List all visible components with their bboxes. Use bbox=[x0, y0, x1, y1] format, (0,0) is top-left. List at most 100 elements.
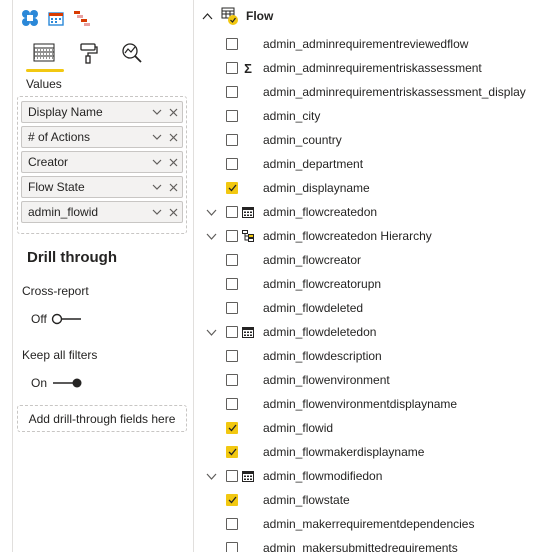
value-field-pill[interactable]: Creator bbox=[21, 151, 183, 173]
value-field-pill[interactable]: Display Name bbox=[21, 101, 183, 123]
field-checkbox[interactable] bbox=[226, 230, 238, 242]
field-row[interactable]: admin_flowcreatedon bbox=[194, 200, 545, 224]
field-checkbox[interactable] bbox=[226, 254, 238, 266]
field-row[interactable]: admin_flowstate bbox=[194, 488, 545, 512]
keep-filters-label: Keep all filters bbox=[22, 348, 98, 362]
field-checkbox[interactable] bbox=[226, 446, 238, 458]
chevron-down-icon[interactable] bbox=[204, 229, 218, 243]
active-tab-indicator bbox=[26, 69, 64, 72]
field-checkbox[interactable] bbox=[226, 62, 238, 74]
field-checkbox[interactable] bbox=[226, 206, 238, 218]
analytics-magnifier-icon bbox=[122, 43, 142, 63]
field-row[interactable]: admin_adminrequirementriskassessment_dis… bbox=[194, 80, 545, 104]
puzzle-visual-icon[interactable] bbox=[20, 8, 40, 28]
field-row[interactable]: admin_flowcreatedon Hierarchy bbox=[194, 224, 545, 248]
field-name: admin_flowcreatedon Hierarchy bbox=[263, 229, 432, 243]
field-row[interactable]: admin_flowcreator bbox=[194, 248, 545, 272]
field-row[interactable]: admin_flowmakerdisplayname bbox=[194, 440, 545, 464]
value-field-label: # of Actions bbox=[28, 130, 91, 144]
close-icon[interactable] bbox=[166, 155, 180, 169]
field-checkbox[interactable] bbox=[226, 374, 238, 386]
calendar-icon bbox=[241, 205, 255, 219]
field-checkbox[interactable] bbox=[226, 182, 238, 194]
field-row[interactable]: admin_makersubmittedrequirements bbox=[194, 536, 545, 552]
values-label: Values bbox=[26, 77, 62, 91]
field-checkbox[interactable] bbox=[226, 494, 238, 506]
field-row[interactable]: admin_city bbox=[194, 104, 545, 128]
field-checkbox[interactable] bbox=[226, 350, 238, 362]
field-row[interactable]: admin_makerrequirementdependencies bbox=[194, 512, 545, 536]
field-name: admin_flowdeletedon bbox=[263, 325, 377, 339]
chevron-up-icon[interactable] bbox=[200, 9, 214, 23]
table-header[interactable]: Flow bbox=[200, 6, 273, 26]
field-name: admin_makersubmittedrequirements bbox=[263, 541, 458, 552]
fields-grid-icon bbox=[33, 43, 55, 62]
field-checkbox[interactable] bbox=[226, 302, 238, 314]
chevron-down-icon[interactable] bbox=[204, 469, 218, 483]
field-row[interactable]: admin_flowdescription bbox=[194, 344, 545, 368]
field-row[interactable]: admin_flowenvironmentdisplayname bbox=[194, 392, 545, 416]
close-icon[interactable] bbox=[166, 180, 180, 194]
value-field-pill[interactable]: Flow State bbox=[21, 176, 183, 198]
field-checkbox[interactable] bbox=[226, 470, 238, 482]
field-row[interactable]: admin_displayname bbox=[194, 176, 545, 200]
close-icon[interactable] bbox=[166, 105, 180, 119]
chevron-down-icon[interactable] bbox=[150, 105, 164, 119]
field-checkbox[interactable] bbox=[226, 422, 238, 434]
tab-format[interactable] bbox=[66, 38, 110, 68]
keep-filters-toggle[interactable]: On bbox=[31, 376, 83, 390]
field-row[interactable]: Σadmin_adminrequirementriskassessment bbox=[194, 56, 545, 80]
chevron-down-icon[interactable] bbox=[150, 205, 164, 219]
chevron-down-icon[interactable] bbox=[150, 155, 164, 169]
tab-fields[interactable] bbox=[22, 38, 66, 68]
table-icon bbox=[220, 6, 240, 26]
field-row[interactable]: admin_flowdeletedon bbox=[194, 320, 545, 344]
field-name: admin_city bbox=[263, 109, 321, 123]
calendar-icon bbox=[241, 469, 255, 483]
cross-report-toggle[interactable]: Off bbox=[31, 312, 83, 326]
field-checkbox[interactable] bbox=[226, 326, 238, 338]
gantt-visual-icon[interactable] bbox=[72, 8, 92, 28]
toggle-state-label: Off bbox=[31, 312, 47, 326]
chevron-down-icon[interactable] bbox=[204, 325, 218, 339]
field-row[interactable]: admin_adminrequirementreviewedflow bbox=[194, 32, 545, 56]
tab-analytics[interactable] bbox=[110, 38, 154, 68]
field-name: admin_adminrequirementriskassessment bbox=[263, 61, 482, 75]
drill-through-drop-zone[interactable]: Add drill-through fields here bbox=[17, 405, 187, 432]
cross-report-label: Cross-report bbox=[22, 284, 89, 298]
close-icon[interactable] bbox=[166, 205, 180, 219]
field-row[interactable]: admin_flowid bbox=[194, 416, 545, 440]
field-checkbox[interactable] bbox=[226, 278, 238, 290]
field-checkbox[interactable] bbox=[226, 38, 238, 50]
field-checkbox[interactable] bbox=[226, 398, 238, 410]
field-row[interactable]: admin_flowenvironment bbox=[194, 368, 545, 392]
values-well[interactable]: Display Name # of Actions Creator Flow S… bbox=[17, 96, 187, 234]
close-icon[interactable] bbox=[166, 130, 180, 144]
field-name: admin_flowcreatedon bbox=[263, 205, 378, 219]
value-field-pill[interactable]: # of Actions bbox=[21, 126, 183, 148]
field-name: admin_adminrequirementriskassessment_dis… bbox=[263, 85, 526, 99]
field-checkbox[interactable] bbox=[226, 110, 238, 122]
chevron-down-icon[interactable] bbox=[150, 130, 164, 144]
field-name: admin_displayname bbox=[263, 181, 370, 195]
field-row[interactable]: admin_department bbox=[194, 152, 545, 176]
field-checkbox[interactable] bbox=[226, 86, 238, 98]
field-checkbox[interactable] bbox=[226, 158, 238, 170]
chevron-down-icon[interactable] bbox=[204, 205, 218, 219]
field-row[interactable]: admin_flowdeleted bbox=[194, 296, 545, 320]
field-name: admin_flowdescription bbox=[263, 349, 382, 363]
field-row[interactable]: admin_flowmodifiedon bbox=[194, 464, 545, 488]
value-field-label: Flow State bbox=[28, 180, 85, 194]
field-checkbox[interactable] bbox=[226, 542, 238, 552]
paint-roller-icon bbox=[80, 43, 98, 64]
toggle-on-icon bbox=[53, 378, 82, 388]
fields-pane: Flow admin_adminrequirementreviewedflow Σ… bbox=[194, 0, 545, 552]
chevron-down-icon[interactable] bbox=[150, 180, 164, 194]
value-field-pill[interactable]: admin_flowid bbox=[21, 201, 183, 223]
field-checkbox[interactable] bbox=[226, 134, 238, 146]
calendar-visual-icon[interactable] bbox=[46, 8, 66, 28]
field-row[interactable]: admin_country bbox=[194, 128, 545, 152]
field-checkbox[interactable] bbox=[226, 518, 238, 530]
field-name: admin_department bbox=[263, 157, 364, 171]
field-row[interactable]: admin_flowcreatorupn bbox=[194, 272, 545, 296]
